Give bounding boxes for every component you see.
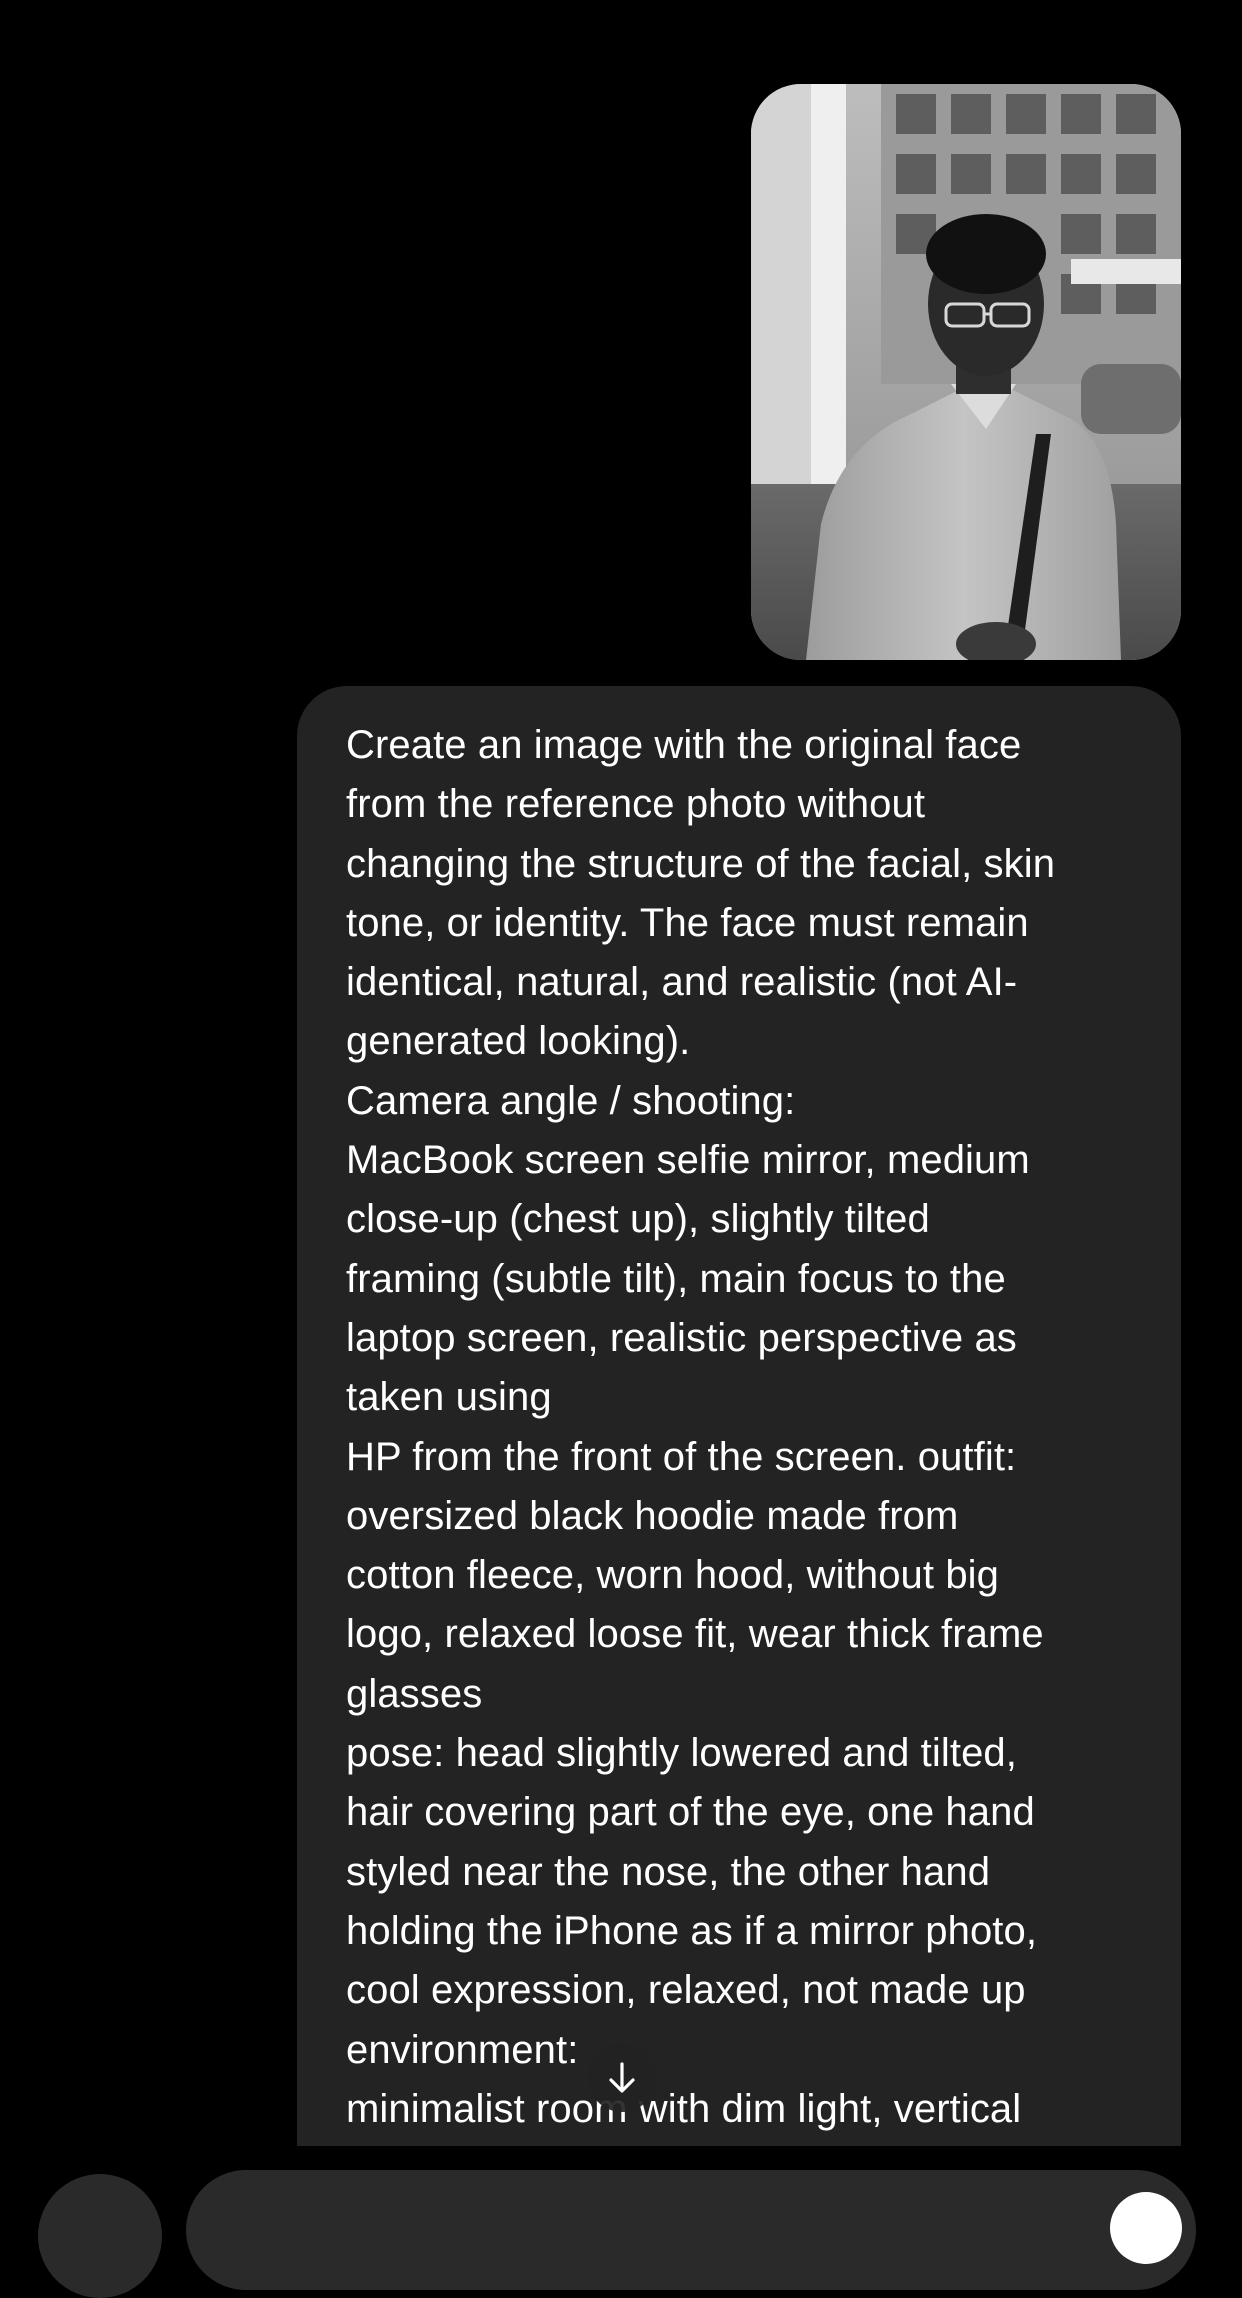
scroll-to-bottom-button[interactable]: [588, 2044, 656, 2112]
message-text: Create an image with the original face f…: [346, 723, 1056, 2131]
message-bubble[interactable]: Create an image with the original face f…: [297, 686, 1181, 2146]
attached-photo[interactable]: [751, 84, 1181, 660]
message-input[interactable]: [186, 2170, 1196, 2290]
photo-image: [751, 84, 1181, 660]
send-button[interactable]: [1110, 2192, 1182, 2264]
add-attachment-button[interactable]: [38, 2174, 162, 2298]
arrow-down-icon: [609, 2062, 635, 2093]
